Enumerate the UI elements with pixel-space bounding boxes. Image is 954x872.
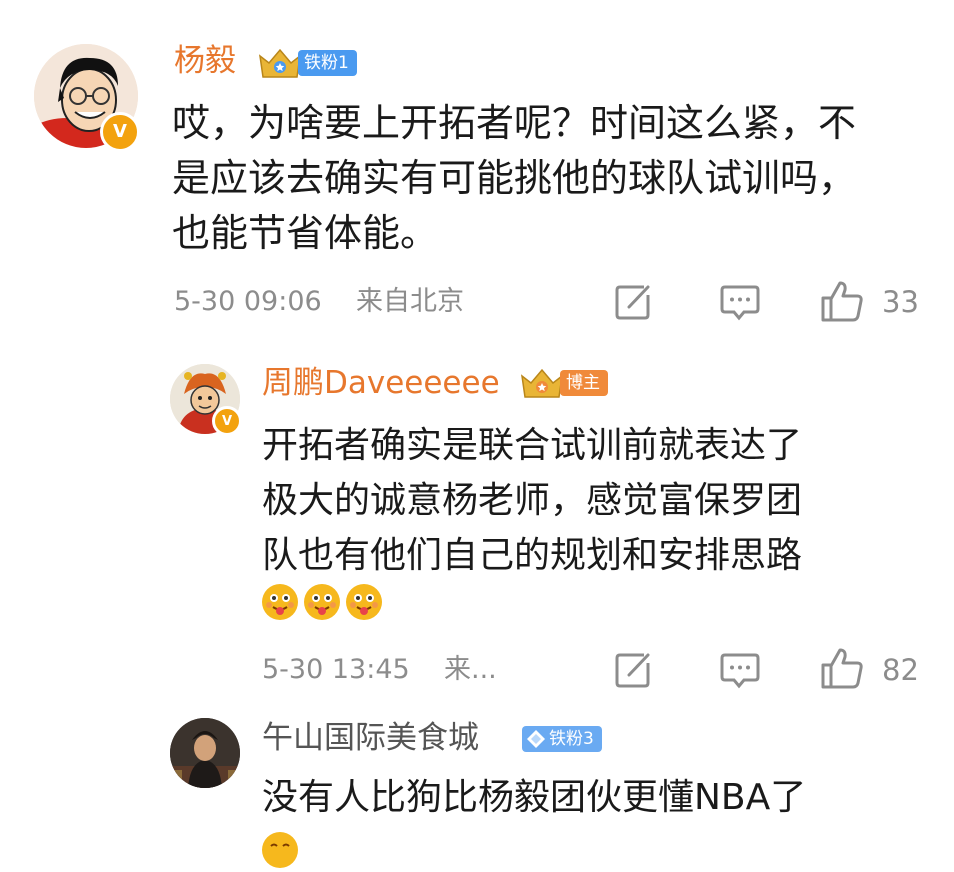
- verified-badge-icon: V: [100, 112, 140, 152]
- tongue-out-emoji-icon: [346, 584, 382, 620]
- username[interactable]: 杨毅: [174, 46, 236, 77]
- comment-line: 也能节省体能。: [172, 211, 439, 255]
- fan-level-badge: 博主: [520, 366, 608, 400]
- like-icon[interactable]: [820, 647, 864, 691]
- like-icon[interactable]: [820, 280, 864, 324]
- like-count: 33: [882, 285, 919, 319]
- comment-3: 午山国际美食城 铁粉3 没有人比狗比杨毅团伙更懂NBA了: [0, 0, 954, 868]
- comment-time: 5-30 13:45: [262, 654, 410, 685]
- share-icon[interactable]: [614, 651, 652, 689]
- username[interactable]: 午山国际美食城: [262, 723, 479, 754]
- comment-line: 开拓者确实是联合试训前就表达了: [262, 425, 803, 466]
- comment-line: 哎，为啥要上开拓者呢？时间这么紧，不: [172, 101, 857, 145]
- avatar-illustration: [170, 718, 240, 788]
- comment-text: 哎，为啥要上开拓者呢？时间这么紧，不 是应该去确实有可能挑他的球队试训吗， 也能…: [172, 96, 856, 261]
- comment-text: 没有人比狗比杨毅团伙更懂NBA了: [262, 770, 806, 825]
- comment-time: 5-30 09:06: [174, 286, 322, 317]
- verified-badge-icon: V: [212, 406, 242, 436]
- crown-icon: [520, 368, 564, 398]
- crown-icon: [258, 48, 302, 78]
- fan-badge-label: 铁粉3: [522, 726, 602, 752]
- avatar[interactable]: [170, 718, 240, 788]
- comment-location: 来自北京: [356, 286, 464, 317]
- emoji-row: [262, 584, 382, 620]
- fan-badge-label: 铁粉1: [298, 50, 357, 76]
- blogger-badge-label: 博主: [560, 370, 608, 396]
- comment-icon[interactable]: [720, 652, 760, 690]
- share-icon[interactable]: [614, 283, 652, 321]
- comment-line: 队也有他们自己的规划和安排思路: [262, 535, 803, 576]
- fan-level-badge: 铁粉1: [258, 46, 357, 80]
- emoji-icon: [262, 832, 298, 868]
- comment-line: 没有人比狗比杨毅团伙更懂NBA了: [262, 777, 807, 818]
- comment-location: 来...: [444, 654, 497, 685]
- comment-text: 开拓者确实是联合试训前就表达了 极大的诚意杨老师，感觉富保罗团 队也有他们自己的…: [262, 418, 802, 583]
- like-count: 82: [882, 653, 919, 687]
- tongue-out-emoji-icon: [262, 584, 298, 620]
- username[interactable]: 周鹏Daveeeeee: [262, 368, 500, 399]
- comment-icon[interactable]: [720, 284, 760, 322]
- comment-line: 是应该去确实有可能挑他的球队试训吗，: [172, 156, 857, 200]
- tongue-out-emoji-icon: [304, 584, 340, 620]
- comment-line: 极大的诚意杨老师，感觉富保罗团: [262, 480, 803, 521]
- diamond-icon: [527, 730, 545, 748]
